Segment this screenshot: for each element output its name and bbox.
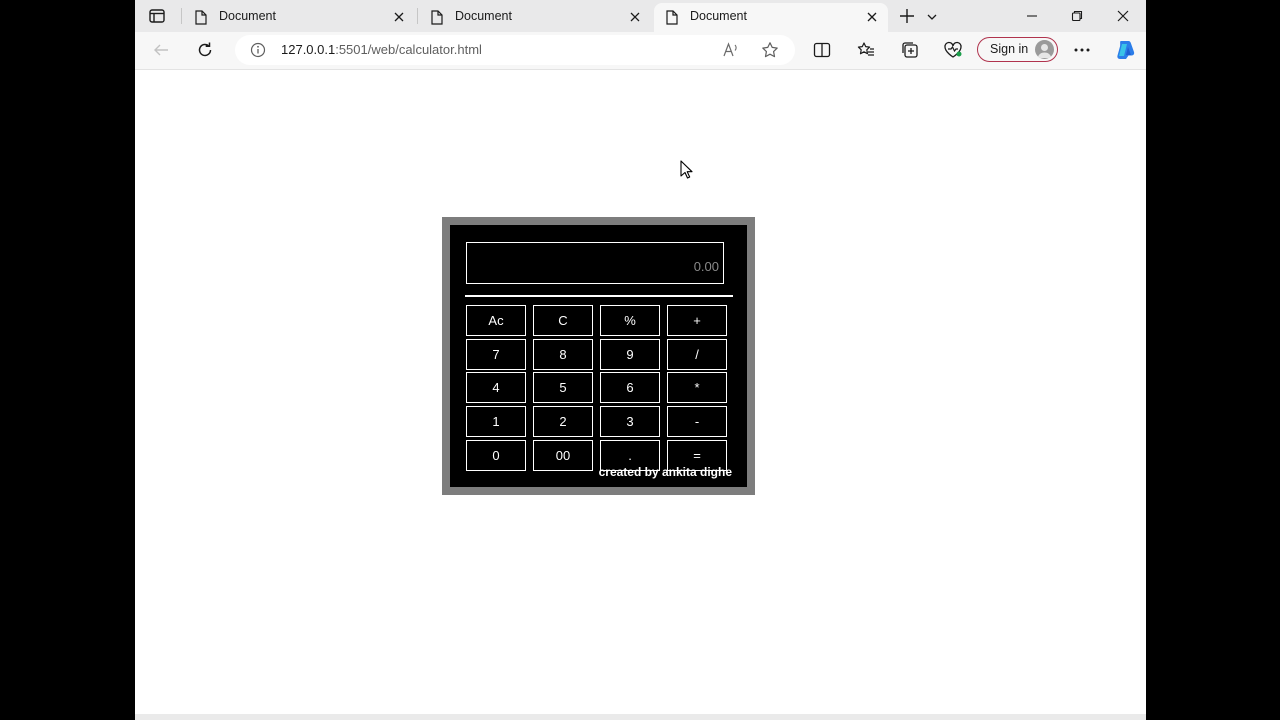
url-path: :5501/web/calculator.html bbox=[335, 42, 482, 57]
tab-title: Document bbox=[219, 9, 276, 23]
key-divide-button[interactable]: / bbox=[667, 339, 727, 370]
info-icon[interactable] bbox=[248, 40, 268, 60]
key-plus-button[interactable]: + bbox=[667, 305, 727, 336]
key-6-button[interactable]: 6 bbox=[600, 372, 660, 403]
tab-strip: Document Document Document bbox=[135, 0, 1146, 32]
avatar bbox=[1035, 40, 1054, 59]
split-screen-icon[interactable] bbox=[812, 40, 832, 60]
close-icon[interactable] bbox=[391, 9, 407, 25]
more-options-icon[interactable] bbox=[1072, 40, 1092, 60]
tab-separator bbox=[417, 8, 418, 24]
collections-icon[interactable] bbox=[900, 40, 920, 60]
restore-icon[interactable] bbox=[1067, 6, 1087, 26]
document-icon bbox=[195, 10, 207, 30]
close-window-icon[interactable] bbox=[1113, 6, 1133, 26]
key-0-button[interactable]: 0 bbox=[466, 440, 526, 471]
key-multiply-button[interactable]: * bbox=[667, 372, 727, 403]
key-2-button[interactable]: 2 bbox=[533, 406, 593, 437]
address-bar[interactable]: 127.0.0.1:5501/web/calculator.html bbox=[235, 35, 795, 65]
key-5-button[interactable]: 5 bbox=[533, 372, 593, 403]
tab-2[interactable]: Document bbox=[419, 3, 651, 32]
favorite-star-icon[interactable] bbox=[760, 40, 780, 60]
url-host: 127.0.0.1 bbox=[281, 42, 336, 57]
close-icon[interactable] bbox=[864, 9, 880, 25]
key-7-button[interactable]: 7 bbox=[466, 339, 526, 370]
key-1-button[interactable]: 1 bbox=[466, 406, 526, 437]
key-9-button[interactable]: 9 bbox=[600, 339, 660, 370]
calculator: 0.00 Ac C % + 7 8 9 / 4 5 6 * 1 2 3 - 0 bbox=[450, 225, 747, 487]
browser-toolbar: 127.0.0.1:5501/web/calculator.html Sign … bbox=[135, 32, 1146, 70]
minimize-icon[interactable] bbox=[1022, 6, 1042, 26]
favorites-icon[interactable] bbox=[856, 40, 876, 60]
back-arrow-icon[interactable] bbox=[151, 40, 171, 60]
sign-in-button[interactable]: Sign in bbox=[977, 37, 1058, 62]
calculator-display[interactable]: 0.00 bbox=[466, 242, 724, 284]
key-percent-button[interactable]: % bbox=[600, 305, 660, 336]
chevron-down-icon[interactable] bbox=[926, 10, 938, 22]
page-content: 0.00 Ac C % + 7 8 9 / 4 5 6 * 1 2 3 - 0 bbox=[135, 70, 1146, 716]
document-icon bbox=[431, 10, 443, 30]
key-00-button[interactable]: 00 bbox=[533, 440, 593, 471]
divider bbox=[465, 295, 733, 297]
key-4-button[interactable]: 4 bbox=[466, 372, 526, 403]
mouse-cursor-icon bbox=[680, 160, 694, 185]
copilot-icon[interactable] bbox=[1113, 38, 1137, 62]
close-icon[interactable] bbox=[627, 9, 643, 25]
tab-title: Document bbox=[690, 9, 747, 23]
key-ac-button[interactable]: Ac bbox=[466, 305, 526, 336]
tab-3-active[interactable]: Document bbox=[654, 3, 888, 32]
tab-separator bbox=[181, 8, 182, 24]
new-tab-icon[interactable] bbox=[898, 7, 916, 25]
browser-window: Document Document Document 127.0.0.1:550… bbox=[135, 0, 1146, 720]
document-icon bbox=[666, 10, 678, 30]
sign-in-label: Sign in bbox=[990, 42, 1029, 56]
display-value: 0.00 bbox=[693, 259, 719, 274]
key-8-button[interactable]: 8 bbox=[533, 339, 593, 370]
tab-1[interactable]: Document bbox=[183, 3, 415, 32]
browser-essentials-icon[interactable] bbox=[943, 40, 963, 60]
key-c-button[interactable]: C bbox=[533, 305, 593, 336]
key-3-button[interactable]: 3 bbox=[600, 406, 660, 437]
credit-text: created by ankita dighe bbox=[598, 465, 732, 479]
window-bottom-edge bbox=[135, 714, 1146, 720]
tab-title: Document bbox=[455, 9, 512, 23]
read-aloud-icon[interactable] bbox=[721, 40, 741, 60]
refresh-icon[interactable] bbox=[195, 40, 215, 60]
url-text[interactable]: 127.0.0.1:5501/web/calculator.html bbox=[281, 42, 482, 57]
key-minus-button[interactable]: - bbox=[667, 406, 727, 437]
calculator-frame: 0.00 Ac C % + 7 8 9 / 4 5 6 * 1 2 3 - 0 bbox=[442, 217, 755, 495]
tab-actions-icon[interactable] bbox=[145, 6, 169, 26]
